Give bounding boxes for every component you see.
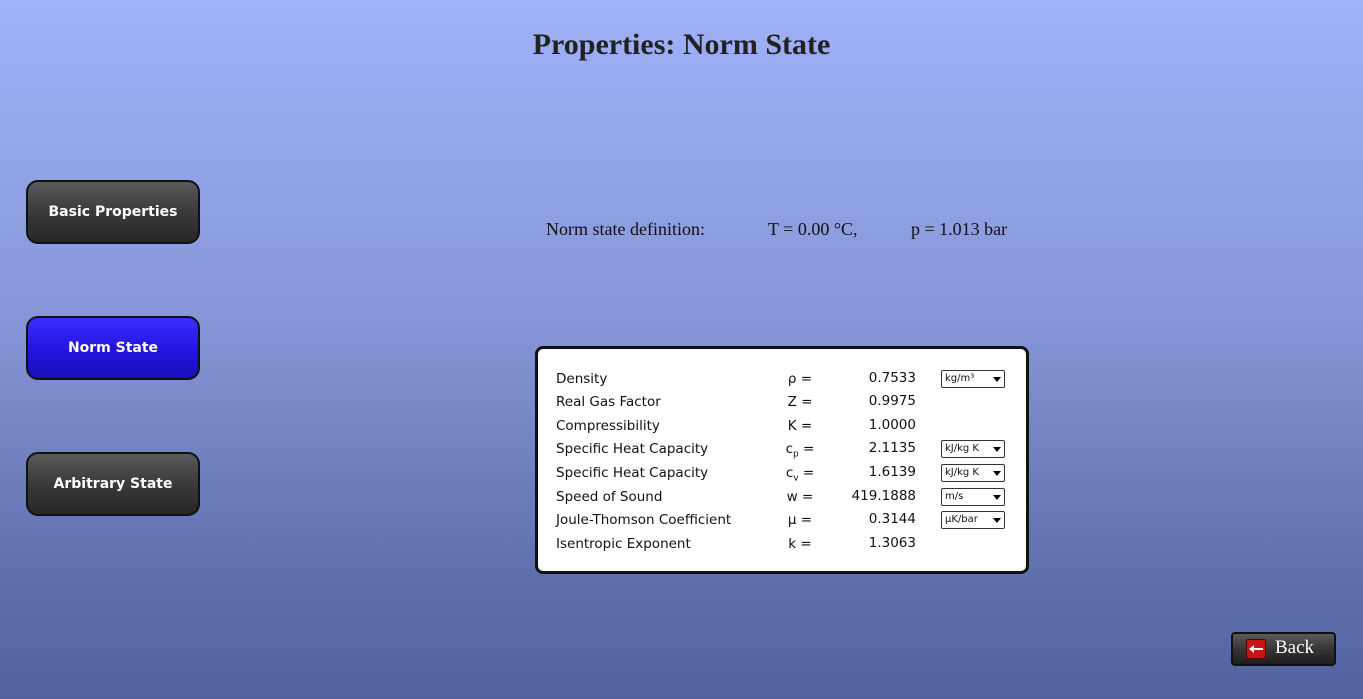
unit-select-density[interactable]: kg/m³ [941,370,1005,388]
property-name: Specific Heat Capacity [556,465,709,481]
properties-panel: Density ρ = 0.7533 kg/m³ Real Gas Factor… [535,346,1029,574]
property-row-real-gas-factor: Real Gas Factor Z = 0.9975 [538,392,1026,414]
arbitrary-state-label: Arbitrary State [53,476,173,492]
property-value: 0.9975 [868,393,916,409]
unit-select-value: kg/m³ [945,373,975,384]
chevron-down-icon [993,377,1001,382]
property-name: Compressibility [556,418,660,434]
symbol-base: c [785,441,794,457]
chevron-down-icon [993,471,1001,476]
property-name: Isentropic Exponent [556,536,691,552]
property-value: 0.3144 [868,511,916,527]
norm-state-button[interactable]: Norm State [26,316,200,380]
chevron-down-icon [993,518,1001,523]
property-row-speed-of-sound: Speed of Sound w = 419.1888 m/s [538,487,1026,509]
page-title: Properties: Norm State [532,28,831,61]
norm-definition-label: Norm state definition: [546,219,705,239]
symbol-suffix: = [798,465,815,481]
back-button-label: Back [1275,637,1315,658]
property-value: 1.3063 [868,535,916,551]
property-symbol: cp = [770,441,830,460]
property-symbol: k = [788,536,812,552]
unit-select-value: kJ/kg K [945,443,979,454]
norm-pressure: p = 1.013 bar [911,219,1008,239]
unit-select-value: m/s [945,491,964,502]
property-symbol: ρ = [787,371,813,387]
property-name: Density [556,371,608,387]
back-button[interactable]: Back [1231,632,1336,666]
property-name: Real Gas Factor [556,394,661,410]
chevron-down-icon [993,447,1001,452]
norm-state-definition: Norm state definition: T = 0.00 °C, p = … [0,219,1363,243]
property-row-cp: Specific Heat Capacity cp = 2.1135 kJ/kg… [538,439,1026,461]
property-symbol: μ = [787,512,813,528]
unit-select-value: μK/bar [945,514,978,525]
property-symbol: w = [786,489,814,505]
property-row-density: Density ρ = 0.7533 kg/m³ [538,369,1026,391]
property-name: Speed of Sound [556,489,663,505]
property-value: 1.6139 [868,464,916,480]
unit-select-cv[interactable]: kJ/kg K [941,464,1005,482]
property-value: 0.7533 [868,370,916,386]
unit-select-cp[interactable]: kJ/kg K [941,440,1005,458]
norm-state-label: Norm State [67,340,159,356]
property-row-compressibility: Compressibility K = 1.0000 [538,416,1026,438]
arbitrary-state-button[interactable]: Arbitrary State [26,452,200,516]
unit-select-speed[interactable]: m/s [941,488,1005,506]
norm-temperature: T = 0.00 °C, [768,219,858,239]
property-name: Joule-Thomson Coefficient [556,512,732,528]
chevron-down-icon [993,495,1001,500]
property-row-isentropic-exponent: Isentropic Exponent k = 1.3063 [538,534,1026,556]
unit-select-joule-thomson[interactable]: μK/bar [941,511,1005,529]
back-arrow-icon [1246,639,1266,659]
property-value: 1.0000 [868,417,916,433]
property-value: 2.1135 [868,440,916,456]
property-symbol: K = [787,418,813,434]
basic-properties-label: Basic Properties [48,204,178,220]
property-value: 419.1888 [851,488,916,504]
symbol-suffix: = [798,441,815,457]
property-symbol: Z = [787,394,813,410]
property-symbol: cv = [770,465,830,484]
unit-select-value: kJ/kg K [945,467,979,478]
property-row-cv: Specific Heat Capacity cv = 1.6139 kJ/kg… [538,463,1026,485]
property-row-joule-thomson: Joule-Thomson Coefficient μ = 0.3144 μK/… [538,510,1026,532]
property-name: Specific Heat Capacity [556,441,709,457]
